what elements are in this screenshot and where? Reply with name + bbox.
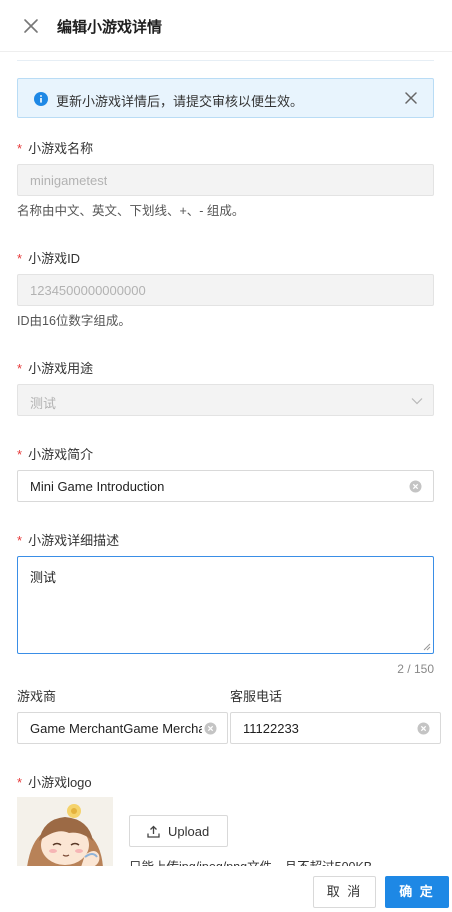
info-alert: 更新小游戏详情后，请提交审核以便生效。 [17, 78, 434, 118]
logo-preview [17, 797, 113, 867]
field-label-id: * 小游戏ID [17, 248, 80, 267]
description-value: 测试 [30, 570, 57, 585]
field-label-merchant: 游戏商 [17, 689, 57, 704]
divider [17, 60, 434, 61]
description-textarea[interactable]: 测试 [17, 556, 434, 654]
field-label-name: * 小游戏名称 [17, 138, 93, 157]
page-title: 编辑小游戏详情 [57, 19, 163, 36]
field-label-usage: * 小游戏用途 [17, 358, 93, 377]
logo-image [17, 797, 113, 867]
char-counter: 2 / 150 [397, 662, 434, 676]
merchant-value: Game MerchantGame Merchant [30, 721, 202, 736]
drawer-header: 编辑小游戏详情 [0, 0, 452, 52]
name-hint: 名称由中文、英文、下划线、+、- 组成。 [17, 204, 245, 218]
usage-select[interactable]: 测试 [17, 384, 434, 416]
id-value: 1234500000000000 [30, 283, 146, 298]
chevron-down-icon [411, 398, 423, 405]
cancel-button[interactable]: 取 消 [313, 876, 376, 908]
label-text: 小游戏简介 [28, 447, 94, 462]
phone-value: 11122233 [243, 721, 299, 736]
required-mark: * [17, 361, 23, 376]
info-icon [34, 92, 48, 106]
upload-icon [147, 825, 160, 838]
label-text: 小游戏名称 [28, 141, 94, 156]
required-mark: * [17, 533, 23, 548]
required-mark: * [17, 251, 23, 266]
phone-input[interactable]: 11122233 [230, 712, 441, 744]
clear-icon[interactable] [417, 722, 430, 735]
clear-icon[interactable] [409, 480, 422, 493]
alert-close-icon[interactable] [405, 92, 417, 104]
field-label-logo: * 小游戏logo [17, 772, 92, 791]
drawer-footer: 取 消 确 定 [0, 866, 452, 912]
label-text: 小游戏用途 [28, 361, 94, 376]
merchant-input[interactable]: Game MerchantGame Merchant [17, 712, 228, 744]
required-mark: * [17, 775, 23, 790]
name-value: minigametest [30, 173, 108, 188]
usage-value: 测试 [30, 396, 57, 411]
intro-input[interactable]: Mini Game Introduction [17, 470, 434, 502]
confirm-button[interactable]: 确 定 [385, 876, 449, 908]
required-mark: * [17, 447, 23, 462]
name-input[interactable]: minigametest [17, 164, 434, 196]
resize-handle-icon[interactable] [423, 643, 431, 651]
field-label-phone: 客服电话 [230, 689, 283, 704]
close-icon[interactable] [22, 17, 40, 35]
clear-icon[interactable] [204, 722, 217, 735]
label-text: 小游戏ID [28, 251, 81, 266]
label-text: 小游戏详细描述 [28, 533, 120, 548]
upload-button[interactable]: Upload [129, 815, 228, 847]
upload-label: Upload [168, 824, 210, 839]
field-label-description: * 小游戏详细描述 [17, 530, 119, 549]
id-hint: ID由16位数字组成。 [17, 314, 131, 328]
intro-value: Mini Game Introduction [30, 479, 165, 494]
field-label-intro: * 小游戏简介 [17, 444, 93, 463]
alert-message: 更新小游戏详情后，请提交审核以便生效。 [56, 94, 304, 109]
required-mark: * [17, 141, 23, 156]
id-input[interactable]: 1234500000000000 [17, 274, 434, 306]
label-text: 小游戏logo [28, 775, 92, 790]
